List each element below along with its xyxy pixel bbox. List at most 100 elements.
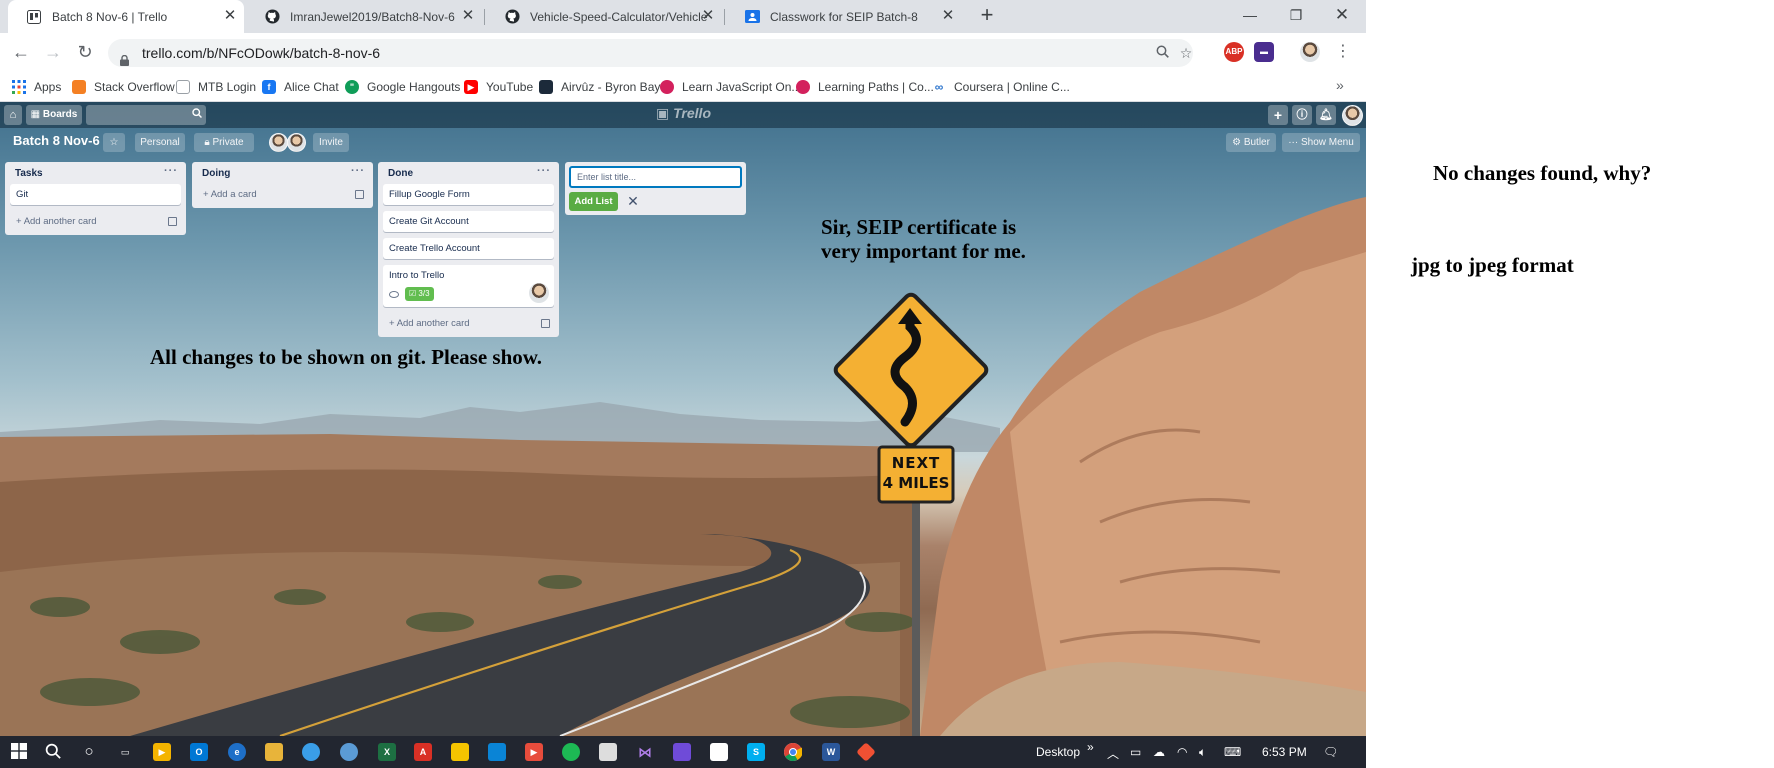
boards-button[interactable]: ▦ Boards xyxy=(26,105,82,125)
add-card-button[interactable]: + Add another card xyxy=(378,313,559,337)
card-member-avatar[interactable] xyxy=(529,283,549,303)
file-explorer-icon[interactable] xyxy=(265,743,283,761)
acrobat-icon[interactable]: A xyxy=(414,743,432,761)
cortana-icon[interactable]: ○ xyxy=(80,743,98,761)
visibility-button[interactable]: 🔒︎ Private xyxy=(194,133,254,152)
bookmark-coursera[interactable]: ∞ Coursera | Online C... xyxy=(932,77,1070,97)
bookmark-alice-chat[interactable]: f Alice Chat xyxy=(262,77,339,97)
butler-button[interactable]: ⚙︎ Butler xyxy=(1226,133,1276,152)
bookmark-stack-overflow[interactable]: Stack Overflow xyxy=(72,77,175,97)
add-list-button[interactable]: Add List xyxy=(569,192,618,211)
card[interactable]: Create Git Account xyxy=(383,211,554,232)
adblock-plus-icon[interactable]: ABP xyxy=(1224,42,1244,62)
desktop-toolbar-label[interactable]: Desktop xyxy=(1036,745,1080,759)
profile-avatar[interactable] xyxy=(1300,42,1320,62)
team-button[interactable]: Personal xyxy=(135,133,185,152)
bookmark-google-hangouts[interactable]: " Google Hangouts xyxy=(345,77,460,97)
star-icon[interactable]: ☆ xyxy=(103,133,125,152)
close-icon[interactable]: ✕ xyxy=(624,191,642,211)
show-menu-button[interactable]: ··· Show Menu xyxy=(1282,133,1360,152)
video-app-icon[interactable]: ▶ xyxy=(525,743,543,761)
sticky-notes-icon[interactable] xyxy=(451,743,469,761)
create-plus-icon[interactable]: + xyxy=(1268,105,1288,125)
bookmark-learning-paths[interactable]: Learning Paths | Co... xyxy=(796,77,934,97)
bookmark-youtube[interactable]: ▶ YouTube xyxy=(464,77,533,97)
menu-kebab-icon[interactable]: ⋮ xyxy=(1332,42,1354,64)
weather-app-icon[interactable] xyxy=(302,743,320,761)
bookmark-learn-javascript[interactable]: Learn JavaScript On... xyxy=(660,77,801,97)
chevron-right-icon[interactable]: » xyxy=(1087,740,1094,754)
visual-studio-icon[interactable]: ⋈ xyxy=(636,743,654,761)
card[interactable]: Intro to Trello ☑︎ 3/3 xyxy=(383,265,554,307)
git-icon[interactable] xyxy=(856,742,876,762)
skype-icon[interactable]: S xyxy=(747,743,765,761)
card[interactable]: Fillup Google Form xyxy=(383,184,554,205)
onedrive-icon[interactable]: ☁ xyxy=(1153,745,1165,759)
list-header[interactable]: Done ··· xyxy=(378,162,559,184)
bookmark-apps[interactable]: Apps xyxy=(12,77,61,97)
task-view-icon[interactable]: ▭ xyxy=(116,743,134,761)
address-bar[interactable]: trello.com/b/NFcODowk/batch-8-nov-6 ☆ xyxy=(108,39,1193,67)
word-icon[interactable]: W xyxy=(822,743,840,761)
card[interactable]: Create Trello Account xyxy=(383,238,554,259)
zoom-search-icon[interactable] xyxy=(1153,44,1171,62)
tab-github-vehicle[interactable]: Vehicle-Speed-Calculator/Vehicle ✕ xyxy=(486,0,722,33)
list-menu-dots-icon[interactable]: ··· xyxy=(164,165,178,177)
volume-icon[interactable]: 🔈︎ xyxy=(1199,745,1206,760)
spotify-icon[interactable] xyxy=(562,743,580,761)
tab-classroom[interactable]: Classwork for SEIP Batch-8 ✕ xyxy=(726,0,962,33)
chevron-more-icon[interactable]: » xyxy=(1336,77,1344,93)
chrome-icon[interactable] xyxy=(784,743,803,762)
tab-trello[interactable]: Batch 8 Nov-6 | Trello ✕ xyxy=(8,0,244,33)
windows-start-icon[interactable] xyxy=(10,743,28,761)
notifications-bell-icon[interactable]: 🔔︎ xyxy=(1316,105,1336,125)
back-arrow-icon[interactable]: ← xyxy=(10,42,32,64)
home-icon[interactable]: ⌂ xyxy=(4,105,22,125)
minimize-icon[interactable]: ― xyxy=(1227,0,1273,30)
outlook-icon[interactable]: O xyxy=(190,743,208,761)
invite-button[interactable]: Invite xyxy=(313,133,349,152)
wifi-icon[interactable]: ◠ xyxy=(1177,745,1187,759)
chevron-up-icon[interactable]: ︿ xyxy=(1107,745,1119,762)
add-card-button[interactable]: + Add a card xyxy=(192,184,373,208)
bookmark-airvuz[interactable]: Airvûz - Byron Bay xyxy=(539,77,660,97)
tab-github-batch8[interactable]: ImranJewel2019/Batch8-Nov-6 ✕ xyxy=(246,0,482,33)
card-template-icon[interactable] xyxy=(541,319,550,328)
bookmark-star-icon[interactable]: ☆ xyxy=(1177,44,1195,62)
edge-icon[interactable]: e xyxy=(228,743,246,761)
list-menu-dots-icon[interactable]: ··· xyxy=(351,165,365,177)
restore-icon[interactable]: ❐ xyxy=(1273,0,1319,30)
new-tab-plus-icon[interactable]: + xyxy=(975,4,999,28)
visual-studio-code-icon[interactable] xyxy=(673,743,691,761)
list-title-input[interactable] xyxy=(569,166,742,188)
board-title[interactable]: Batch 8 Nov-6 xyxy=(13,133,100,148)
search-icon[interactable] xyxy=(44,743,62,761)
list-menu-dots-icon[interactable]: ··· xyxy=(537,165,551,177)
reload-icon[interactable]: ↻ xyxy=(74,42,96,64)
board-search-input[interactable] xyxy=(86,105,206,125)
card[interactable]: Git xyxy=(10,184,181,205)
close-window-icon[interactable]: ✕ xyxy=(1319,0,1365,30)
forward-arrow-icon[interactable]: → xyxy=(42,42,64,64)
list-header[interactable]: Doing ··· xyxy=(192,162,373,184)
action-center-icon[interactable]: 🗨︎ xyxy=(1323,745,1338,759)
member-avatar[interactable] xyxy=(1342,105,1363,126)
bookmark-mtb-login[interactable]: MTB Login xyxy=(176,77,256,97)
member-avatar[interactable] xyxy=(287,133,306,152)
notepad-icon[interactable] xyxy=(710,743,728,761)
close-tab-icon[interactable]: ✕ xyxy=(460,8,476,24)
member-avatar[interactable] xyxy=(269,133,288,152)
media-player-icon[interactable]: ▶ xyxy=(153,743,171,761)
store-icon[interactable] xyxy=(488,743,506,761)
camera-icon[interactable] xyxy=(599,743,617,761)
extension-icon[interactable]: ▬ xyxy=(1254,42,1274,62)
trello-logo[interactable]: ▣ Trello xyxy=(656,105,711,122)
close-tab-icon[interactable]: ✕ xyxy=(700,8,716,24)
keyboard-icon[interactable]: ⌨ xyxy=(1224,745,1241,759)
info-icon[interactable]: ⓘ xyxy=(1292,105,1312,125)
list-header[interactable]: Tasks ··· xyxy=(5,162,186,184)
add-card-button[interactable]: + Add another card xyxy=(5,211,186,235)
battery-icon[interactable]: ▭ xyxy=(1130,745,1141,759)
close-tab-icon[interactable]: ✕ xyxy=(222,8,238,24)
card-template-icon[interactable] xyxy=(355,190,364,199)
